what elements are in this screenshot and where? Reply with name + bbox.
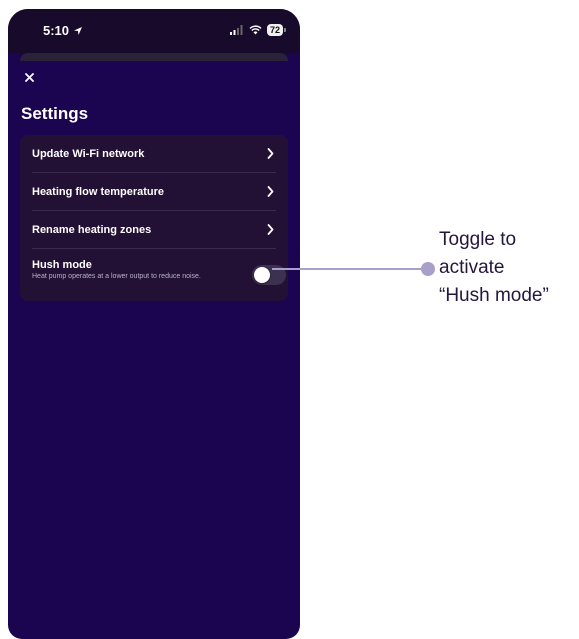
settings-item-label: Rename heating zones <box>32 223 152 236</box>
settings-card: Update Wi-Fi network Heating flow temper… <box>20 135 288 301</box>
background-sheet-edge <box>20 53 288 61</box>
settings-item-label: Heating flow temperature <box>32 185 165 198</box>
signal-icon <box>229 25 243 35</box>
callout-dot <box>421 262 435 276</box>
close-button[interactable] <box>22 70 36 84</box>
toggle-knob <box>254 267 270 283</box>
divider <box>32 248 276 249</box>
hush-mode-description: Heat pump operates at a lower output to … <box>32 273 201 280</box>
wifi-icon <box>249 25 262 35</box>
status-bar: 5:10 72 <box>8 9 300 53</box>
battery-icon: 72 <box>266 24 287 36</box>
annotation-text: Toggle to activate “Hush mode” <box>439 226 549 310</box>
location-arrow-icon <box>74 26 83 35</box>
chevron-right-icon <box>267 148 274 159</box>
callout-line <box>272 268 430 270</box>
status-time-wrap: 5:10 <box>43 23 83 38</box>
settings-item-heating-flow[interactable]: Heating flow temperature <box>20 173 288 210</box>
annotation-line-2: activate <box>439 257 505 278</box>
phone-screen: 5:10 72 Settings Update Wi-Fi network He… <box>8 9 300 639</box>
hush-mode-title: Hush mode <box>32 259 92 271</box>
page-title: Settings <box>21 104 89 123</box>
annotation-line-3: “Hush mode” <box>439 285 549 306</box>
chevron-right-icon <box>267 186 274 197</box>
status-icons: 72 <box>229 24 287 36</box>
status-time: 5:10 <box>43 23 70 38</box>
close-icon <box>24 72 34 82</box>
annotation-line-1: Toggle to <box>439 229 517 250</box>
settings-item-update-wifi[interactable]: Update Wi-Fi network <box>20 135 288 172</box>
chevron-right-icon <box>267 224 274 235</box>
settings-item-label: Update Wi-Fi network <box>32 147 145 160</box>
settings-item-rename-zones[interactable]: Rename heating zones <box>20 211 288 248</box>
